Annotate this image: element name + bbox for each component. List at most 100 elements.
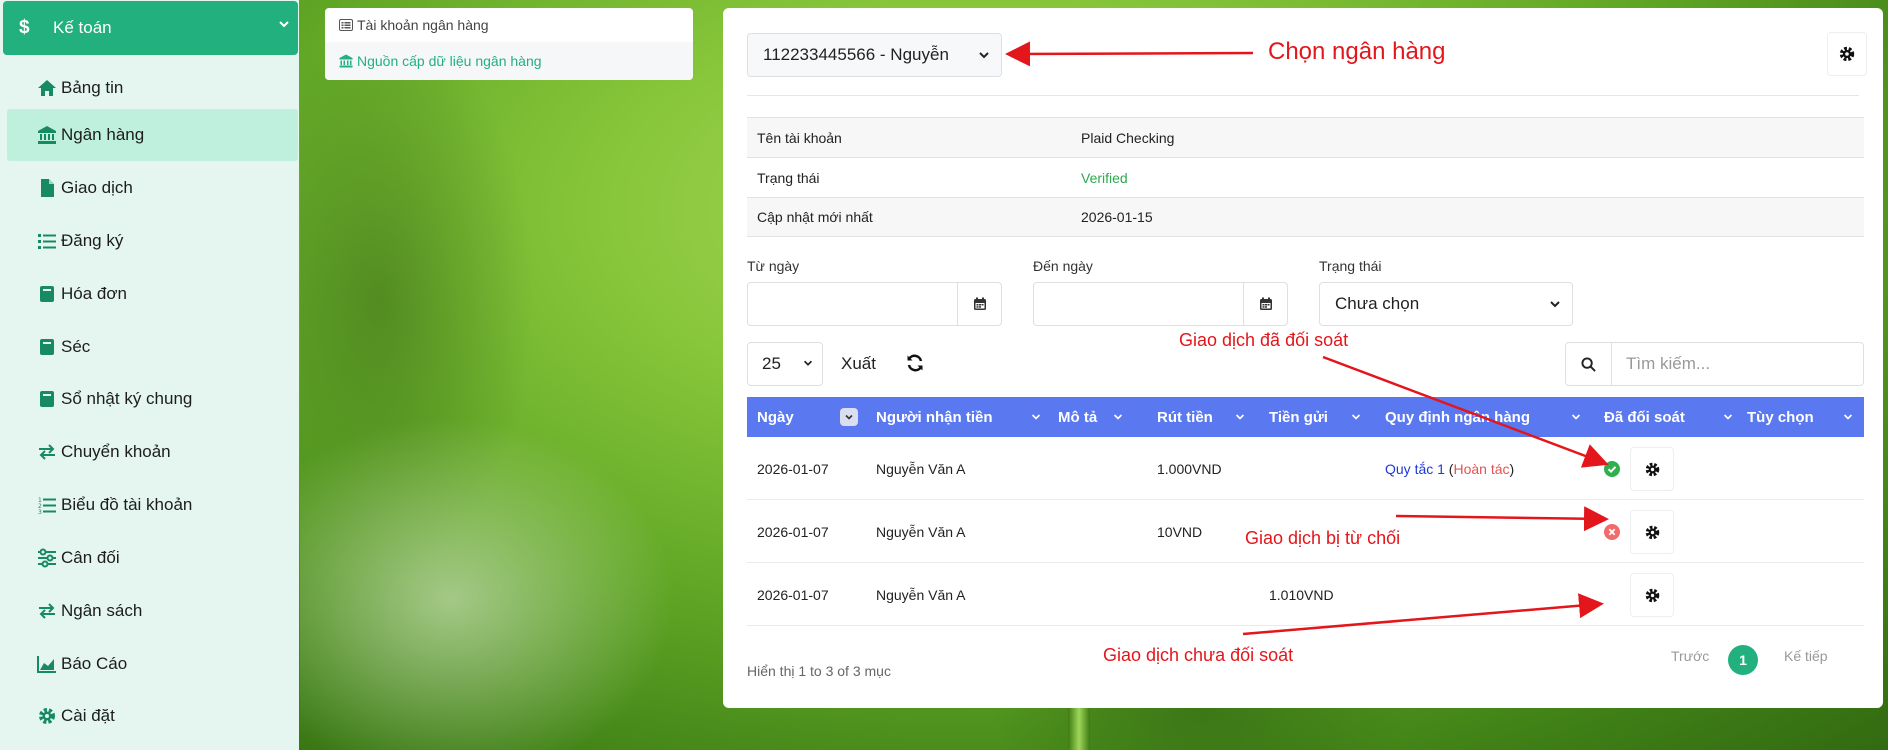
info-row-last-updated: Cập nhật mới nhất 2026-01-15 bbox=[747, 197, 1864, 237]
sidebar-item-label: Chuyển khoản bbox=[61, 442, 171, 461]
status-filter-select[interactable]: Chưa chọn bbox=[1319, 282, 1573, 326]
bank-icon bbox=[37, 125, 61, 145]
column-header-bank-rule[interactable]: Quy định ngân hàng bbox=[1385, 397, 1530, 437]
book-icon bbox=[37, 389, 61, 409]
column-header-deposit[interactable]: Tiền gửi bbox=[1269, 397, 1328, 437]
column-header-date[interactable]: Ngày bbox=[757, 397, 794, 437]
from-date-label: Từ ngày bbox=[747, 258, 800, 274]
submenu-label: Nguồn cấp dữ liệu ngân hàng bbox=[357, 53, 542, 69]
calendar-button[interactable] bbox=[1243, 283, 1287, 325]
rule-link[interactable]: Quy tắc 1 bbox=[1385, 461, 1445, 477]
sidebar-item-transactions[interactable]: Giao dịch bbox=[7, 162, 298, 214]
sidebar-item-label: Báo Cáo bbox=[61, 654, 128, 673]
refresh-icon[interactable] bbox=[905, 353, 925, 373]
chevron-down-icon[interactable] bbox=[1235, 412, 1245, 422]
chart-area-icon bbox=[37, 654, 61, 674]
sort-active-icon[interactable] bbox=[840, 408, 858, 426]
file-icon bbox=[37, 178, 61, 198]
chevron-down-icon[interactable] bbox=[1843, 412, 1853, 422]
cell-payee: Nguyễn Văn A bbox=[876, 586, 966, 603]
search-icon[interactable] bbox=[1566, 343, 1612, 385]
info-row-status: Trạng thái Verified bbox=[747, 157, 1864, 197]
sidebar-item-bank[interactable]: Ngân hàng bbox=[7, 109, 298, 161]
sidebar-item-label: Giao dịch bbox=[61, 178, 133, 197]
sidebar-item-journal[interactable]: Sổ nhật ký chung bbox=[7, 373, 298, 425]
sidebar-item-reports[interactable]: Báo Cáo bbox=[7, 638, 298, 690]
sidebar-item-dashboard[interactable]: Bảng tin bbox=[7, 62, 298, 114]
cell-withdraw: 1.000VND bbox=[1157, 460, 1222, 477]
column-header-reconciled[interactable]: Đã đối soát bbox=[1604, 397, 1685, 437]
dollar-icon: $ bbox=[19, 17, 30, 38]
list-ol-icon: 123 bbox=[37, 495, 61, 515]
sidebar-header-accounting[interactable]: $ Kế toán bbox=[3, 1, 298, 55]
info-key: Cập nhật mới nhất bbox=[757, 209, 873, 225]
submenu-label: Tài khoản ngân hàng bbox=[357, 17, 489, 33]
chevron-down-icon[interactable] bbox=[1113, 412, 1123, 422]
bank-submenu: Tài khoản ngân hàng Nguồn cấp dữ liệu ng… bbox=[325, 8, 693, 80]
info-key: Trạng thái bbox=[757, 169, 820, 186]
cell-payee: Nguyễn Văn A bbox=[876, 523, 966, 540]
book-icon bbox=[37, 337, 61, 357]
row-options-button[interactable] bbox=[1630, 573, 1674, 617]
column-header-payee[interactable]: Người nhận tiền bbox=[876, 397, 993, 437]
table-row: 2026-01-07 Nguyễn Văn A 1.010VND bbox=[747, 563, 1864, 626]
sidebar-item-transfers[interactable]: Chuyển khoản bbox=[7, 426, 298, 478]
sidebar-item-budget[interactable]: Ngân sách bbox=[7, 585, 298, 637]
export-button[interactable]: Xuất bbox=[841, 354, 876, 374]
cell-date: 2026-01-07 bbox=[757, 586, 829, 603]
chevron-down-icon bbox=[803, 360, 813, 366]
info-key: Tên tài khoản bbox=[757, 129, 842, 146]
sidebar-item-balance[interactable]: Cân đối bbox=[7, 532, 298, 584]
svg-text:3: 3 bbox=[38, 509, 42, 515]
search-box bbox=[1565, 342, 1864, 386]
chevron-down-icon[interactable] bbox=[1571, 412, 1581, 422]
sidebar-item-label: Sổ nhật ký chung bbox=[61, 389, 193, 408]
cell-date: 2026-01-07 bbox=[757, 460, 829, 477]
card-settings-button[interactable] bbox=[1827, 32, 1867, 76]
list-alt-icon bbox=[339, 19, 353, 31]
cell-reconciled bbox=[1604, 437, 1620, 500]
undo-link[interactable]: Hoàn tác bbox=[1453, 461, 1509, 477]
status-filter-label: Trạng thái bbox=[1319, 258, 1382, 274]
sidebar-item-chart-of-accounts[interactable]: 123 Biểu đồ tài khoản bbox=[7, 479, 298, 531]
page-1-button[interactable]: 1 bbox=[1728, 645, 1758, 675]
from-date-input[interactable] bbox=[747, 282, 1002, 326]
column-label: Rút tiền bbox=[1157, 408, 1213, 426]
submenu-bank-accounts[interactable]: Tài khoản ngân hàng bbox=[325, 8, 693, 42]
sidebar-item-label: Séc bbox=[61, 337, 91, 356]
exchange-icon bbox=[37, 601, 61, 621]
column-header-options[interactable]: Tùy chọn bbox=[1747, 397, 1814, 437]
column-header-withdraw[interactable]: Rút tiền bbox=[1157, 397, 1213, 437]
page-length-select[interactable]: 25 bbox=[747, 342, 823, 386]
to-date-input[interactable] bbox=[1033, 282, 1288, 326]
column-label: Mô tả bbox=[1058, 408, 1098, 426]
status-filter-value: Chưa chọn bbox=[1335, 294, 1420, 313]
submenu-bank-feeds[interactable]: Nguồn cấp dữ liệu ngân hàng bbox=[325, 42, 693, 80]
gear-icon bbox=[1645, 462, 1659, 476]
search-input[interactable] bbox=[1612, 343, 1863, 385]
chevron-down-icon[interactable] bbox=[1351, 412, 1361, 422]
row-options-button[interactable] bbox=[1630, 510, 1674, 554]
exchange-icon bbox=[37, 442, 61, 462]
table-row: 2026-01-07 Nguyễn Văn A 1.000VND Quy tắc… bbox=[747, 437, 1864, 500]
column-header-description[interactable]: Mô tả bbox=[1058, 397, 1097, 437]
transactions-table: Ngày Người nhận tiền Mô tả Rút tiền Tiền… bbox=[747, 397, 1864, 626]
cell-withdraw: 10VND bbox=[1157, 523, 1203, 540]
list-icon bbox=[37, 231, 61, 251]
bank-select[interactable]: 112233445566 - Nguyễn bbox=[747, 33, 1002, 77]
chevron-down-icon[interactable] bbox=[1723, 412, 1733, 422]
chevron-down-icon bbox=[979, 52, 989, 59]
prev-page-button[interactable]: Trước bbox=[1671, 648, 1709, 664]
cell-reconciled bbox=[1604, 500, 1620, 563]
sidebar-item-settings[interactable]: Cài đặt bbox=[7, 690, 298, 742]
chevron-down-icon[interactable] bbox=[1031, 412, 1041, 422]
sidebar-item-label: Bảng tin bbox=[61, 78, 124, 97]
row-options-button[interactable] bbox=[1630, 447, 1674, 491]
next-page-button[interactable]: Kế tiếp bbox=[1784, 648, 1828, 664]
gear-icon bbox=[1645, 525, 1659, 539]
column-label: Tiền gửi bbox=[1269, 408, 1328, 426]
sidebar-item-invoices[interactable]: Hóa đơn bbox=[7, 268, 298, 320]
calendar-button[interactable] bbox=[957, 283, 1001, 325]
sidebar-item-subscriptions[interactable]: Đăng ký bbox=[7, 215, 298, 267]
sidebar-item-checks[interactable]: Séc bbox=[7, 321, 298, 373]
